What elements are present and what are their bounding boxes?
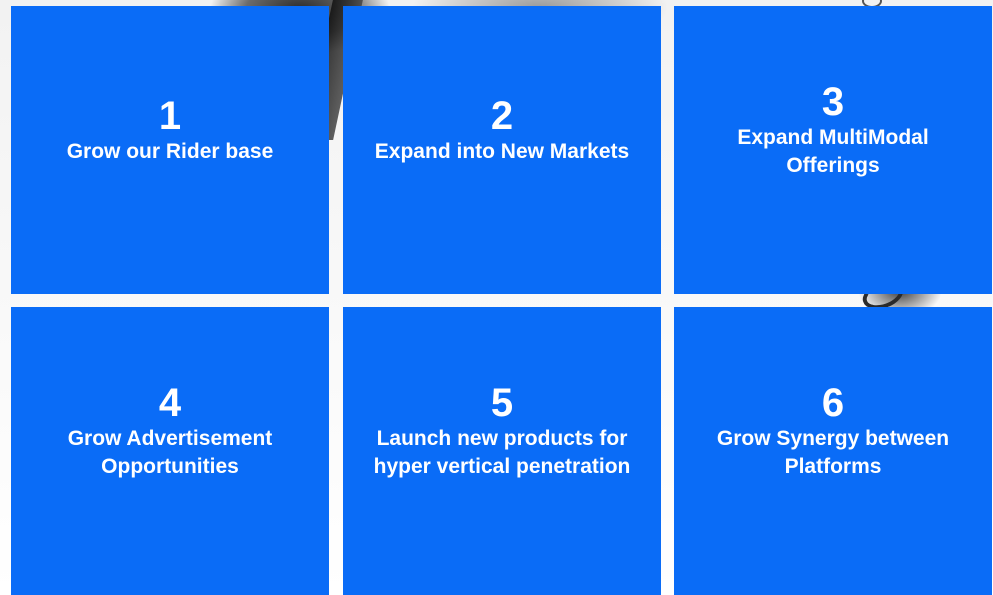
goal-label: Grow our Rider base (66, 140, 274, 163)
goal-label: Grow Synergy between Platforms (716, 427, 950, 478)
goal-tile-6: 6 Grow Synergy between Platforms (674, 307, 992, 595)
goal-number: 2 (490, 94, 514, 138)
goal-tile-5: 5 Launch new products for hyper vertical… (343, 307, 661, 595)
goal-label: Grow Advertisement Opportunities (67, 427, 273, 478)
goal-number: 4 (158, 381, 182, 425)
goal-tile-2: 2 Expand into New Markets (343, 6, 661, 294)
goal-number: 6 (821, 381, 845, 425)
goal-number: 3 (821, 80, 845, 124)
goal-number: 1 (158, 94, 182, 138)
goal-label: Launch new products for hyper vertical p… (373, 427, 631, 478)
goal-label: Expand MultiModal Offerings (737, 126, 929, 177)
goal-tile-3: 3 Expand MultiModal Offerings (674, 6, 992, 294)
goal-tile-1: 1 Grow our Rider base (11, 6, 329, 294)
goal-tile-4: 4 Grow Advertisement Opportunities (11, 307, 329, 595)
goal-number: 5 (490, 381, 514, 425)
goal-label: Expand into New Markets (374, 140, 630, 163)
